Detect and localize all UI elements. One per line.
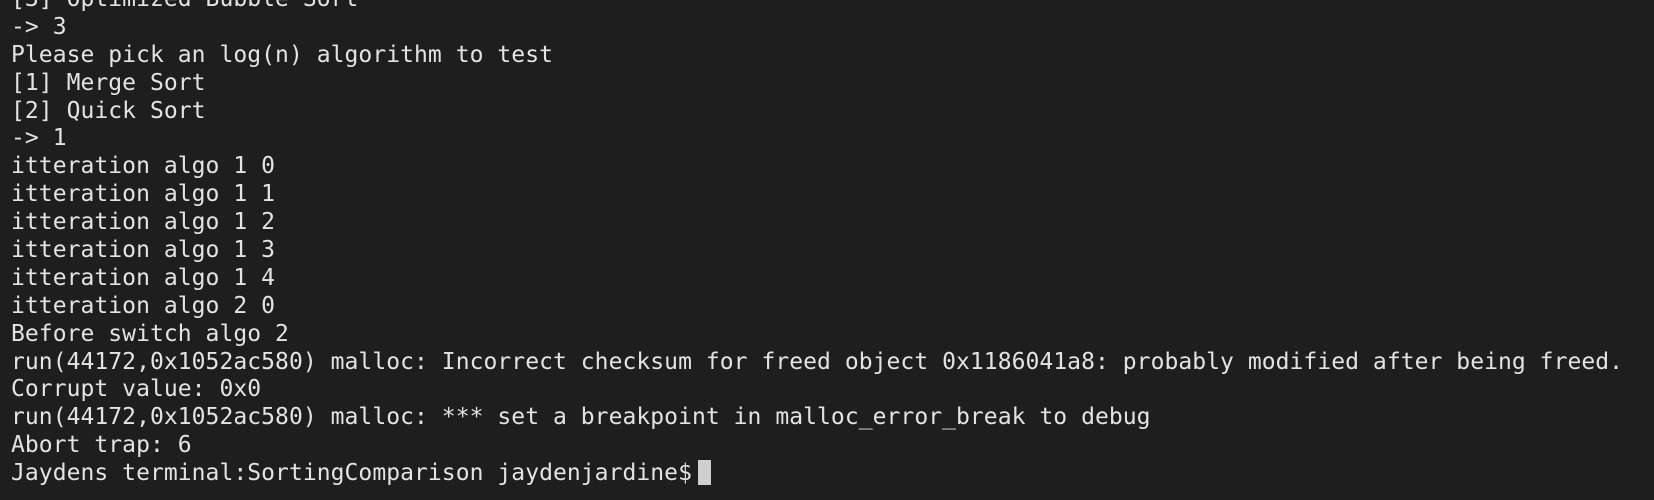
prompt-line[interactable]: Jaydens terminal:SortingComparison jayde… [11,460,1654,488]
output-line: [3] Optimized Bubble Sort [11,0,1654,14]
output-line: itteration algo 1 3 [11,237,276,264]
output-line: itteration algo 1 1 [11,181,276,208]
output-line: itteration algo 1 2 [11,209,276,236]
output-line: Corrupt value: 0x0 [11,376,262,403]
terminal-window[interactable]: [3] Optimized Bubble Sort -> 3 Please pi… [0,0,1654,500]
output-line: -> 1 [11,125,67,152]
output-line: itteration algo 2 0 [11,292,276,319]
output-line: [1] Merge Sort [11,69,206,96]
output-line: itteration algo 1 0 [11,153,276,180]
output-line: run(44172,0x1052ac580) malloc: *** set a… [11,404,1151,431]
output-line: itteration algo 1 4 [11,264,276,291]
output-line: run(44172,0x1052ac580) malloc: Incorrect… [11,348,1624,375]
text-cursor [697,460,711,486]
output-line: [2] Quick Sort [11,97,206,124]
output-line: Please pick an log(n) algorithm to test [11,41,553,68]
output-line: Before switch algo 2 [11,320,289,347]
output-line: -> 3 [11,13,67,40]
shell-prompt: Jaydens terminal:SortingComparison jayde… [11,460,692,487]
output-line: Abort trap: 6 [11,432,192,459]
terminal-output: [3] Optimized Bubble Sort -> 3 Please pi… [11,0,1654,488]
